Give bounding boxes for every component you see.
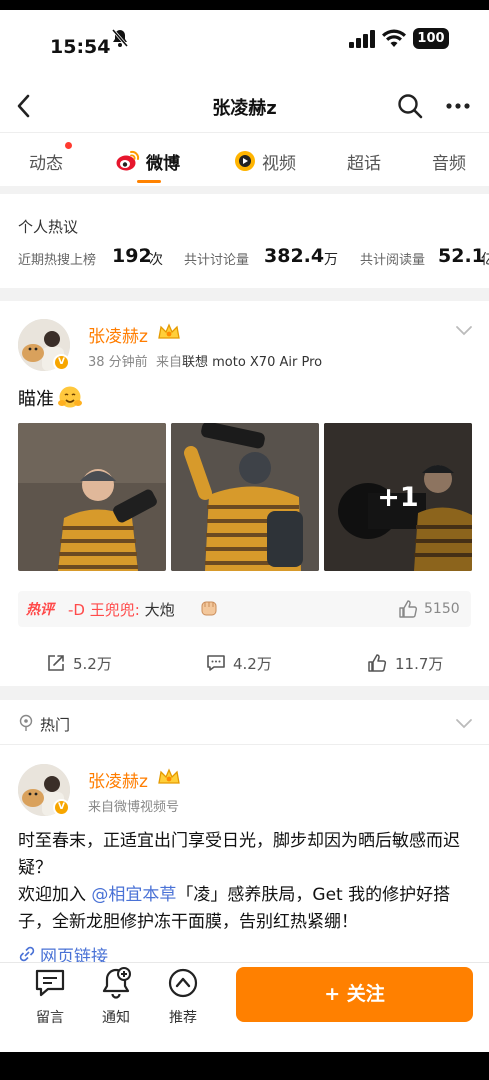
stat-unit: 万	[324, 252, 338, 268]
video-tab-icon	[235, 151, 255, 171]
follow-button[interactable]: + 关注	[236, 967, 473, 1022]
screen-top-edge	[0, 0, 489, 10]
message-icon	[35, 969, 65, 997]
post-meta: 38 分钟前 来自联想 moto X70 Air Pro	[88, 351, 322, 370]
post-text: 时至春末，正适宜出门享受日光，脚步却因为晒后敏感而迟疑？ 欢迎加入 @相宜本草「…	[18, 828, 473, 936]
more-photos-overlay[interactable]: +1	[324, 423, 472, 571]
search-icon[interactable]	[397, 93, 423, 119]
stat-value: 382.4	[264, 245, 325, 267]
profile-tabs: 动态 微博 视频 超话 音频	[0, 132, 489, 186]
post-source: 来自微博视频号	[88, 800, 180, 815]
post-text-line: 时至春末，正适宜出门享受日光，脚步却因为晒后敏感而迟疑？	[18, 831, 460, 878]
cellular-signal-icon	[349, 30, 375, 48]
tab-notification-dot	[65, 142, 72, 149]
hot-comment-content: 大炮	[139, 601, 175, 619]
hot-comment-likes: 5150	[424, 601, 460, 617]
stat-unit: 亿	[481, 252, 489, 268]
divider	[0, 744, 489, 745]
hot-comment-bar[interactable]: 热评 -D 王兜兜: 大炮 5150	[18, 591, 471, 627]
post-source: 联想 moto X70 Air Pro	[181, 355, 323, 370]
like-icon[interactable]	[367, 653, 387, 673]
message-label: 留言	[36, 1010, 64, 1026]
crown-badge-icon	[158, 323, 180, 339]
bell-plus-icon	[102, 967, 131, 999]
active-tab-indicator	[137, 180, 161, 183]
post-username[interactable]: 张凌赫z	[88, 322, 148, 347]
fist-emoji-icon	[201, 601, 217, 616]
recommend-label: 推荐	[169, 1010, 197, 1026]
post-photo[interactable]	[18, 423, 166, 571]
hot-pin-icon	[19, 714, 33, 731]
notify-button[interactable]: 通知	[91, 967, 141, 1027]
verified-badge-icon: V	[53, 799, 70, 816]
post-text-line: 欢迎加入	[18, 885, 92, 905]
muted-bell-icon	[111, 29, 129, 47]
post-text: 瞄准	[18, 389, 54, 410]
weibo-post: V 张凌赫z 38 分钟前 来自联想 moto X70 Air Pro 瞄准 +…	[0, 301, 489, 686]
hot-discussion-card[interactable]: 个人热议 近期热搜上榜 192 次 共计讨论量 382.4 万 共计阅读量 52…	[0, 194, 489, 288]
nav-bar: 张凌赫z	[0, 80, 489, 132]
chevron-down-icon[interactable]	[455, 325, 473, 337]
status-time: 15:54	[50, 36, 111, 58]
comment-icon[interactable]	[206, 653, 226, 673]
chevron-up-circle-icon	[168, 968, 198, 998]
mention-link[interactable]: @相宜本草	[91, 885, 176, 905]
hot-comment-text: -D 王兜兜: 大炮	[68, 599, 175, 620]
stat-unit: 次	[149, 252, 163, 268]
stat-value: 192	[112, 245, 152, 267]
comment-count[interactable]: 4.2万	[233, 653, 272, 674]
post-username[interactable]: 张凌赫z	[88, 767, 148, 792]
hot-comment-user[interactable]: -D 王兜兜:	[68, 601, 140, 619]
like-count[interactable]: 11.7万	[395, 653, 443, 674]
verified-badge-icon: V	[53, 354, 70, 371]
section-gap	[0, 186, 489, 194]
bottom-action-bar: 留言 通知 推荐 + 关注	[0, 962, 489, 1052]
hot-section-label: 热门	[40, 716, 71, 734]
tab-video[interactable]: 视频	[262, 149, 296, 174]
notify-label: 通知	[102, 1010, 130, 1026]
chevron-down-icon[interactable]	[455, 718, 473, 730]
hug-emoji-icon	[58, 386, 82, 408]
post-photo[interactable]: +1	[324, 423, 472, 571]
message-button[interactable]: 留言	[25, 967, 75, 1027]
hot-discussion-title: 个人热议	[18, 218, 79, 236]
stat-label: 近期热搜上榜	[18, 253, 97, 268]
post-source-prefix: 来自	[155, 355, 182, 370]
section-gap	[0, 686, 489, 700]
tab-dynamic[interactable]: 动态	[29, 149, 63, 174]
crown-badge-icon	[158, 768, 180, 784]
tab-weibo[interactable]: 微博	[146, 149, 180, 174]
stat-label: 共计讨论量	[184, 253, 250, 268]
weibo-logo-icon	[116, 150, 140, 171]
tab-audio[interactable]: 音频	[432, 149, 466, 174]
link-icon	[19, 946, 35, 962]
post-photo[interactable]	[171, 423, 319, 571]
stat-label: 共计阅读量	[360, 253, 426, 268]
recommend-button[interactable]: 推荐	[158, 967, 208, 1027]
thumbs-up-icon[interactable]	[398, 599, 418, 619]
tab-super-topic[interactable]: 超话	[347, 149, 381, 174]
stat-value: 52.1	[438, 245, 485, 267]
weibo-post: 热门 V 张凌赫z 来自微博视频号 时至春末，正适宜出门享受日光，脚步却因为晒后…	[0, 700, 489, 967]
battery-indicator: 100	[413, 28, 449, 49]
repost-icon[interactable]	[46, 653, 66, 673]
hot-comment-badge: 热评	[26, 602, 54, 618]
screen-bottom-edge	[0, 1052, 489, 1080]
repost-count[interactable]: 5.2万	[73, 653, 112, 674]
post-time: 38 分钟前	[88, 355, 148, 370]
wifi-icon	[382, 29, 406, 47]
more-options-icon[interactable]	[445, 94, 471, 118]
